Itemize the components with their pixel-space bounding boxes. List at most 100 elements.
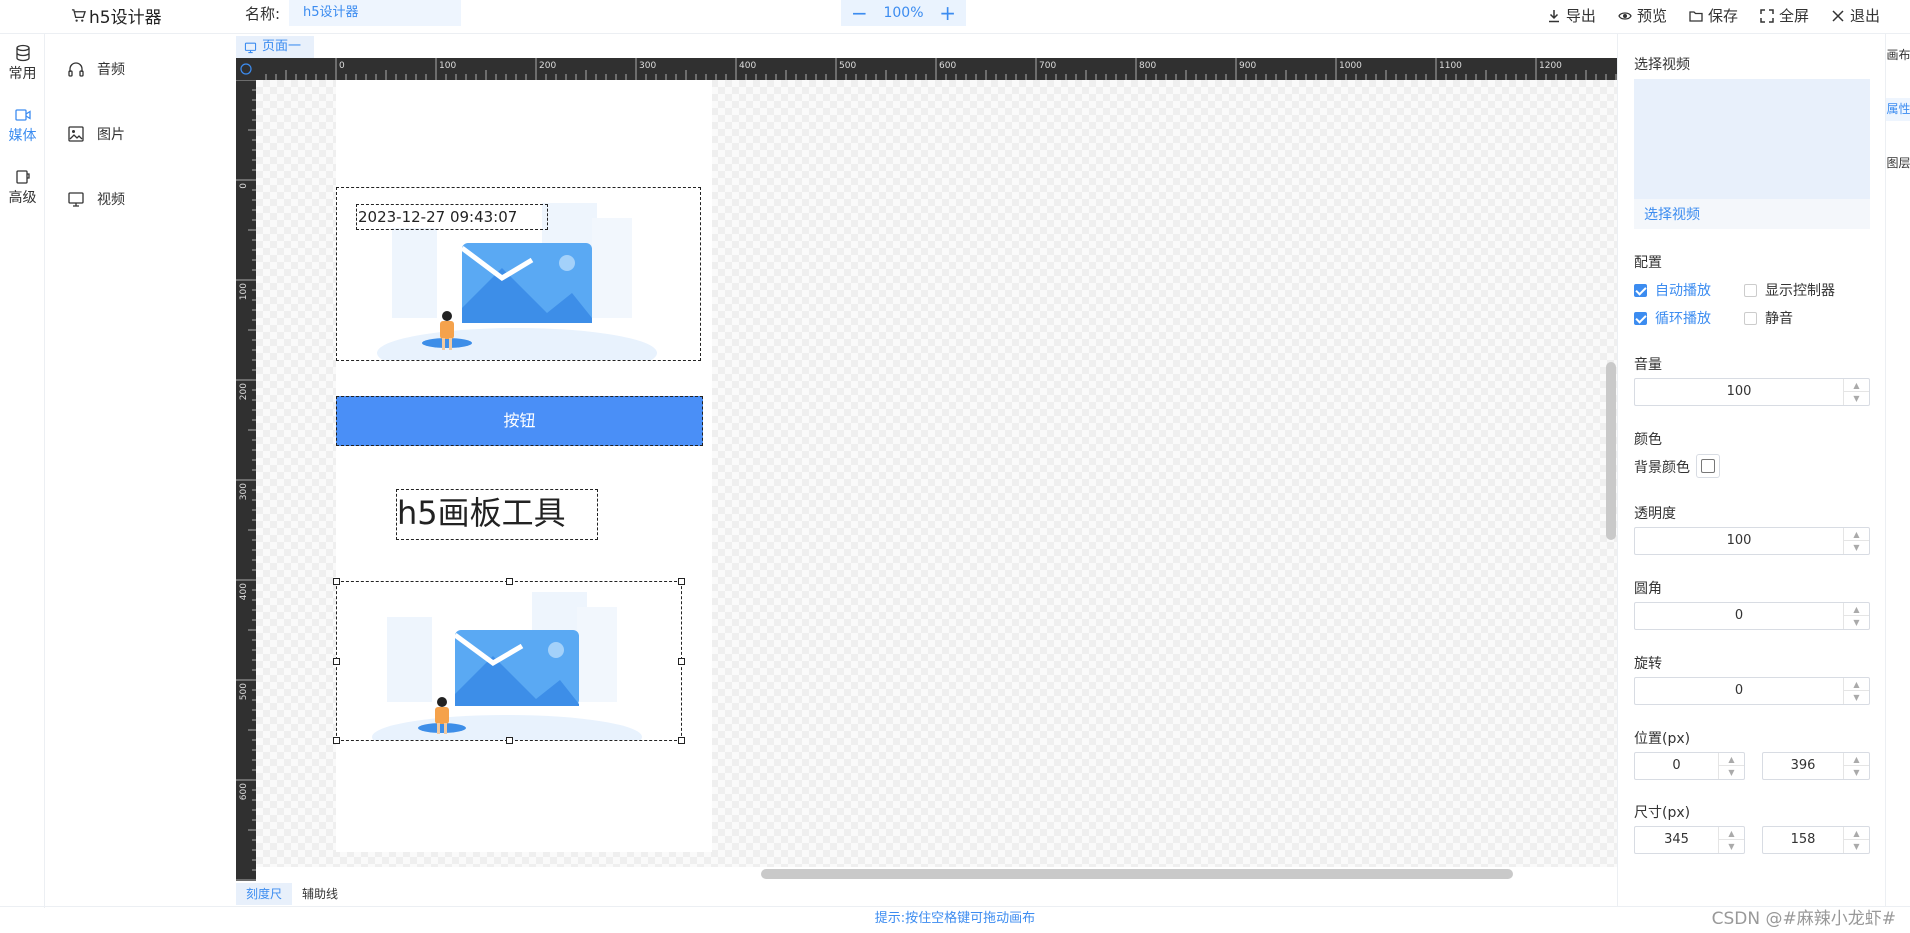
- video-section-label: 选择视频: [1634, 57, 1690, 73]
- resize-handle-nw[interactable]: [333, 578, 340, 585]
- position-x-stepper[interactable]: ▲ ▼: [1718, 753, 1744, 779]
- rotate-stepper[interactable]: ▲ ▼: [1843, 678, 1869, 704]
- radius-value: 0: [1734, 608, 1744, 623]
- folder-icon: [1689, 10, 1703, 22]
- zoom-out-button[interactable]: −: [851, 3, 868, 23]
- category-common-label: 常用: [8, 66, 37, 82]
- cart-icon: [71, 9, 86, 22]
- radius-input[interactable]: 0 ▲ ▼: [1634, 602, 1870, 630]
- app-title: h5设计器: [89, 8, 162, 28]
- checkbox-box: [1634, 283, 1647, 297]
- ruler-horizontal[interactable]: 0 100 200 300 400 500 600 700 800 900 1000 1100 1200: [236, 58, 1617, 80]
- save-label: 保存: [1707, 7, 1738, 25]
- category-advanced[interactable]: 高级: [0, 168, 45, 207]
- tab-canvas[interactable]: 画布: [1886, 44, 1910, 67]
- name-input[interactable]: h5设计器: [289, 0, 461, 26]
- component-audio[interactable]: 音频: [67, 59, 125, 79]
- button-component[interactable]: 按钮: [336, 396, 703, 446]
- ruler-label: 200: [539, 61, 556, 71]
- tab-ruler[interactable]: 刻度尺: [236, 883, 293, 905]
- rotate-input[interactable]: 0 ▲ ▼: [1634, 677, 1870, 705]
- resize-handle-e[interactable]: [678, 658, 685, 665]
- ruler-label: 300: [639, 61, 656, 71]
- loop-checkbox[interactable]: 循环播放: [1634, 308, 1711, 328]
- position-y-value: 396: [1790, 758, 1816, 773]
- zoom-in-button[interactable]: +: [939, 3, 956, 23]
- volume-stepper[interactable]: ▲ ▼: [1843, 379, 1869, 405]
- resize-handle-n[interactable]: [506, 578, 513, 585]
- height-stepper[interactable]: ▲ ▼: [1843, 827, 1869, 853]
- mute-checkbox[interactable]: 静音: [1744, 308, 1793, 328]
- app-logo: h5设计器: [71, 3, 162, 28]
- opacity-stepper[interactable]: ▲ ▼: [1843, 528, 1869, 554]
- resize-handle-se[interactable]: [678, 737, 685, 744]
- image-component[interactable]: 2023-12-27 09:43:07: [336, 187, 701, 378]
- properties-panel: 选择视频 选择视频 配置 自动播放 显示控制器 循环播放 静音 音量 100 ▲ ▼…: [1617, 34, 1885, 906]
- tab-layers[interactable]: 图层: [1886, 152, 1910, 175]
- canvas-horizontal-scrollbar[interactable]: [761, 869, 1513, 879]
- radius-stepper[interactable]: ▲ ▼: [1843, 603, 1869, 629]
- save-button[interactable]: 保存: [1689, 5, 1738, 26]
- component-video-label: 视频: [97, 192, 125, 208]
- eye-icon: [1618, 11, 1632, 20]
- design-canvas[interactable]: 2023-12-27 09:43:07 按钮 h5画板工具: [256, 80, 1617, 867]
- component-image[interactable]: 图片: [67, 124, 125, 144]
- category-media[interactable]: 媒体: [0, 106, 45, 145]
- volume-input[interactable]: 100 ▲ ▼: [1634, 378, 1870, 406]
- resize-handle-sw[interactable]: [333, 737, 340, 744]
- ruler-label: 500: [839, 61, 856, 71]
- ruler-label: 1000: [1339, 61, 1362, 71]
- export-button[interactable]: 导出: [1547, 5, 1596, 26]
- preview-button[interactable]: 预览: [1618, 5, 1667, 26]
- tab-properties[interactable]: 属性: [1886, 98, 1910, 121]
- ruler-label: 500: [239, 683, 249, 700]
- cup-icon: [15, 170, 30, 184]
- canvas-vertical-scrollbar[interactable]: [1606, 362, 1616, 540]
- height-input[interactable]: 158 ▲ ▼: [1762, 826, 1870, 854]
- resize-handle-ne[interactable]: [678, 578, 685, 585]
- controls-checkbox[interactable]: 显示控制器: [1744, 280, 1835, 300]
- resize-handle-w[interactable]: [333, 658, 340, 665]
- text-component[interactable]: h5画板工具: [396, 489, 598, 540]
- exit-button[interactable]: 退出: [1831, 5, 1880, 26]
- timestamp-text[interactable]: 2023-12-27 09:43:07: [356, 204, 548, 230]
- name-label: 名称:: [245, 5, 281, 23]
- component-video[interactable]: 视频: [67, 189, 125, 209]
- autoplay-checkbox[interactable]: 自动播放: [1634, 280, 1711, 300]
- position-y-stepper[interactable]: ▲ ▼: [1843, 753, 1869, 779]
- ruler-origin-icon[interactable]: [240, 63, 252, 75]
- tab-guides[interactable]: 辅助线: [292, 883, 348, 905]
- ruler-label: 0: [339, 61, 345, 71]
- exit-label: 退出: [1849, 7, 1880, 25]
- color-label: 颜色: [1634, 432, 1662, 448]
- width-stepper[interactable]: ▲ ▼: [1718, 827, 1744, 853]
- category-advanced-label: 高级: [8, 190, 37, 206]
- resize-handle-s[interactable]: [506, 737, 513, 744]
- bg-color-picker[interactable]: [1696, 454, 1720, 478]
- preview-label: 预览: [1636, 7, 1667, 25]
- top-header: h5设计器 名称: h5设计器 − 100% + 导出 预览 保存 全屏 退出: [0, 0, 1910, 34]
- zoom-value: 100%: [883, 5, 924, 21]
- fullscreen-button[interactable]: 全屏: [1760, 5, 1809, 26]
- config-label: 配置: [1634, 255, 1662, 271]
- ruler-label: 800: [1139, 61, 1156, 71]
- video-select-button[interactable]: 选择视频: [1644, 204, 1700, 224]
- component-audio-label: 音频: [97, 62, 125, 78]
- category-common[interactable]: 常用: [0, 44, 45, 83]
- selected-image-component[interactable]: [333, 578, 685, 759]
- ruler-vertical-ticks: 0 100 200 300 400 500 600: [236, 80, 256, 881]
- opacity-input[interactable]: 100 ▲ ▼: [1634, 527, 1870, 555]
- position-y-input[interactable]: 396 ▲ ▼: [1762, 752, 1870, 780]
- position-x-input[interactable]: 0 ▲ ▼: [1634, 752, 1745, 780]
- panel-tabs: 画布 属性 图层: [1885, 34, 1910, 906]
- page-stage[interactable]: 2023-12-27 09:43:07 按钮 h5画板工具: [333, 80, 712, 852]
- ruler-vertical[interactable]: 0 100 200 300 400 500 600: [236, 80, 256, 881]
- canvas-bottom-tabs: 刻度尺 辅助线: [236, 881, 1617, 905]
- component-image-label: 图片: [97, 127, 125, 143]
- position-label: 位置(px): [1634, 731, 1691, 747]
- page-tab[interactable]: 页面一: [236, 36, 314, 58]
- width-input[interactable]: 345 ▲ ▼: [1634, 826, 1745, 854]
- ruler-label: 1100: [1439, 61, 1462, 71]
- mute-label: 静音: [1765, 311, 1793, 327]
- watermark: CSDN @#麻辣小龙虾#: [1711, 909, 1896, 929]
